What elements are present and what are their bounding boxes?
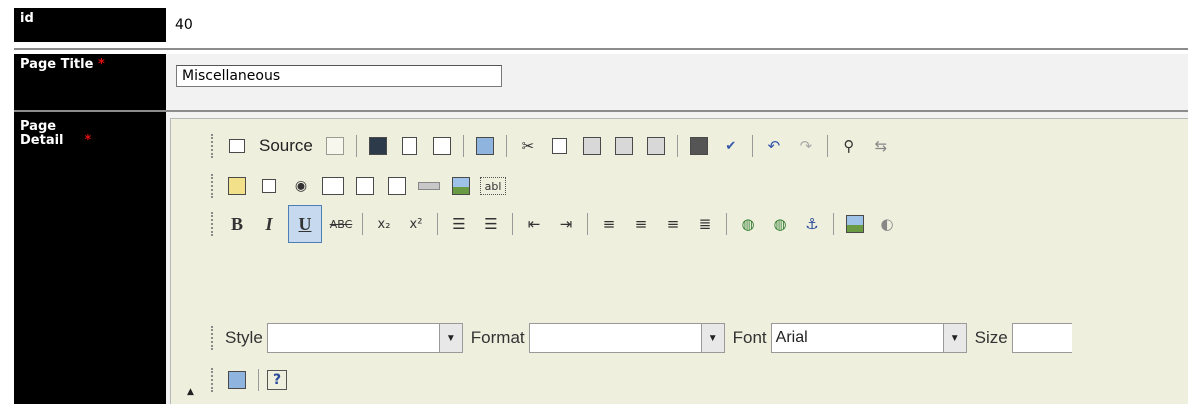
toolbar-separator [462,135,464,157]
style-select[interactable]: ▼ [266,323,463,353]
editor-toolbar-5: ? [211,365,290,395]
unlink-icon[interactable]: ◍ [767,211,793,237]
link-icon[interactable]: ◍ [735,211,761,237]
bulleted-list-icon[interactable]: ☰ [478,211,504,237]
paste-text-icon[interactable] [611,133,637,159]
format-label: Format [470,328,525,347]
page-title-cell [166,54,1188,110]
undo-icon[interactable]: ↶ [761,133,787,159]
toolbar-separator [355,135,357,157]
toolbar-separator [258,369,259,391]
chevron-down-icon[interactable]: ▼ [942,324,966,352]
toolbar-separator [587,213,588,235]
image-icon[interactable] [842,211,868,237]
toolbar-grip[interactable] [211,174,215,198]
align-justify-icon[interactable]: ≣ [692,211,718,237]
templates-icon[interactable] [472,133,498,159]
row-page-title: Page Title * [0,54,1188,110]
outdent-icon[interactable]: ⇤ [521,211,547,237]
rich-text-editor[interactable]: Source ✂ ✔ ↶ ↷ ⚲ ⇆ ◉ abl B I U ABC ☰ ⇤ ⇥… [170,118,1188,404]
form-icon[interactable] [224,173,250,199]
chevron-down-icon[interactable]: ▼ [438,324,462,352]
page-title-label: Page Title * [14,54,166,110]
toolbar-grip[interactable] [211,134,215,158]
paste-word-icon[interactable] [643,133,669,159]
spellcheck-icon[interactable]: ✔ [718,133,744,159]
size-select[interactable] [1011,323,1072,353]
image-button-icon[interactable] [448,173,474,199]
cut-icon[interactable]: ✂ [515,133,541,159]
toolbar-separator [676,135,678,157]
copy-icon[interactable] [547,133,573,159]
save-icon[interactable] [365,133,391,159]
editor-toolbar-4: Style ▼ Format ▼ Font Arial ▼ Size [211,323,1072,353]
flash-icon[interactable]: ◐ [874,211,900,237]
edit-form: id 40 Page Title * Page Detail * Source [0,0,1188,404]
toolbar-grip[interactable] [211,326,215,350]
page-title-input[interactable] [176,65,502,87]
redo-icon[interactable]: ↷ [793,133,819,159]
radio-icon[interactable]: ◉ [288,173,314,199]
toolbar-separator [826,135,828,157]
required-marker: * [84,133,92,148]
editor-toolbar-1: Source ✂ ✔ ↶ ↷ ⚲ ⇆ [211,131,897,161]
italic-button[interactable]: I [256,211,282,237]
toolbar-separator [362,213,363,235]
indent-icon[interactable]: ⇥ [553,211,579,237]
toolbar-grip[interactable] [211,368,215,392]
align-right-icon[interactable]: ≡ [660,211,686,237]
align-center-icon[interactable]: ≡ [628,211,654,237]
find-icon[interactable]: ⚲ [836,133,862,159]
style-label: Style [225,328,263,347]
hidden-field-icon[interactable]: abl [480,177,506,195]
id-value: 40 [166,8,1188,42]
row-id: id 40 [0,8,1188,42]
show-blocks-icon[interactable] [224,367,250,393]
strikethrough-button[interactable]: ABC [328,211,354,237]
collapse-toolbar-icon[interactable]: ▲ [187,387,197,399]
replace-icon[interactable]: ⇆ [868,133,894,159]
source-button[interactable]: Source [256,133,316,159]
bold-button[interactable]: B [224,211,250,237]
editor-toolbar-2: ◉ abl [211,171,509,201]
page-detail-cell: Source ✂ ✔ ↶ ↷ ⚲ ⇆ ◉ abl B I U ABC ☰ ⇤ ⇥… [166,112,1188,404]
toolbar-separator [512,213,513,235]
font-label: Font [732,328,767,347]
required-marker: * [97,57,105,72]
save-template-icon[interactable] [322,133,348,159]
toolbar-separator [726,213,727,235]
print-icon[interactable] [686,133,712,159]
font-select[interactable]: Arial ▼ [770,323,967,353]
toolbar-separator [505,135,507,157]
help-icon[interactable]: ? [267,370,287,390]
row-page-detail: Page Detail * Source ✂ ✔ ↶ ↷ ⚲ ⇆ ◉ abl B… [0,112,1188,404]
source-icon[interactable] [224,133,250,159]
align-left-icon[interactable]: ≡ [596,211,622,237]
textfield-icon[interactable] [320,173,346,199]
new-page-icon[interactable] [397,133,423,159]
toolbar-grip[interactable] [211,212,215,236]
format-select[interactable]: ▼ [528,323,725,353]
textarea-icon[interactable] [352,173,378,199]
chevron-down-icon[interactable]: ▼ [700,324,724,352]
id-label: id [14,8,166,42]
toolbar-separator [833,213,834,235]
editor-toolbar-3: B I U ABC x₂ x² ☰ ☰ ⇤ ⇥ ≡ ≡ ≡ [211,205,903,243]
toolbar-separator [751,135,753,157]
page-detail-label: Page Detail * [14,112,166,404]
size-label: Size [974,328,1008,347]
preview-icon[interactable] [429,133,455,159]
underline-button[interactable]: U [288,205,322,243]
checkbox-icon[interactable] [256,173,282,199]
row-divider [14,48,1188,50]
paste-icon[interactable] [579,133,605,159]
anchor-icon[interactable]: ⚓ [799,211,825,237]
